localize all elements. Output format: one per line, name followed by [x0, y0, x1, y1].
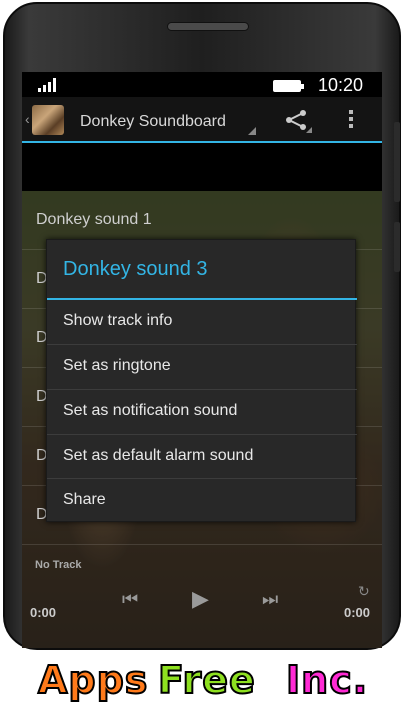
- brand-footer: Apps Free Inc.: [0, 652, 405, 720]
- previous-icon[interactable]: ⏮: [122, 589, 138, 610]
- dropdown-indicator-icon: [248, 127, 256, 135]
- menu-item-label: Set as default alarm sound: [63, 447, 254, 464]
- signal-icon: [38, 78, 56, 92]
- menu-item-label: Share: [63, 491, 106, 508]
- track-name: No Track: [35, 559, 82, 571]
- battery-icon: [273, 80, 304, 92]
- menu-item-label: Set as ringtone: [63, 357, 171, 374]
- menu-item-share[interactable]: Share: [47, 478, 357, 522]
- logo-free: Free: [157, 657, 256, 703]
- menu-item-set-alarm[interactable]: Set as default alarm sound: [47, 434, 357, 478]
- volume-button: [394, 122, 400, 202]
- screen: 10:20 ‹ Donkey Soundboard Donkey sound 1…: [22, 72, 382, 648]
- logo-inc: Inc.: [285, 657, 369, 703]
- menu-item-set-notification[interactable]: Set as notification sound: [47, 389, 357, 433]
- status-bar: 10:20: [22, 72, 382, 97]
- logo-apps: Apps: [37, 657, 149, 703]
- next-icon[interactable]: ⏭: [262, 589, 278, 610]
- elapsed-time: 0:00: [30, 605, 57, 620]
- app-title[interactable]: Donkey Soundboard: [80, 113, 226, 131]
- share-icon[interactable]: [284, 109, 308, 131]
- overflow-menu-icon[interactable]: [348, 110, 354, 130]
- media-player: No Track 0:00 ⏮ ▶ ⏭ ↻ 0:00: [22, 555, 382, 648]
- menu-item-show-track-info[interactable]: Show track info: [47, 300, 357, 344]
- list-item-label: Donkey sound 1: [36, 211, 152, 228]
- play-icon[interactable]: ▶: [192, 586, 209, 612]
- dialog-title: Donkey sound 3: [63, 258, 208, 280]
- speaker-grille: [167, 22, 249, 31]
- status-time: 10:20: [318, 75, 364, 95]
- share-dropdown-indicator-icon: [306, 127, 312, 133]
- back-icon[interactable]: ‹: [25, 111, 30, 127]
- menu-item-set-ringtone[interactable]: Set as ringtone: [47, 344, 357, 388]
- menu-item-label: Show track info: [63, 312, 173, 329]
- duration-time: 0:00: [344, 605, 371, 620]
- context-menu-dialog: Donkey sound 3 Show track info Set as ri…: [46, 239, 357, 522]
- app-icon[interactable]: [32, 105, 64, 135]
- menu-item-label: Set as notification sound: [63, 402, 238, 419]
- action-bar: ‹ Donkey Soundboard: [22, 97, 382, 143]
- tab-strip: [22, 145, 382, 191]
- repeat-icon[interactable]: ↻: [358, 583, 370, 600]
- power-button: [394, 222, 400, 272]
